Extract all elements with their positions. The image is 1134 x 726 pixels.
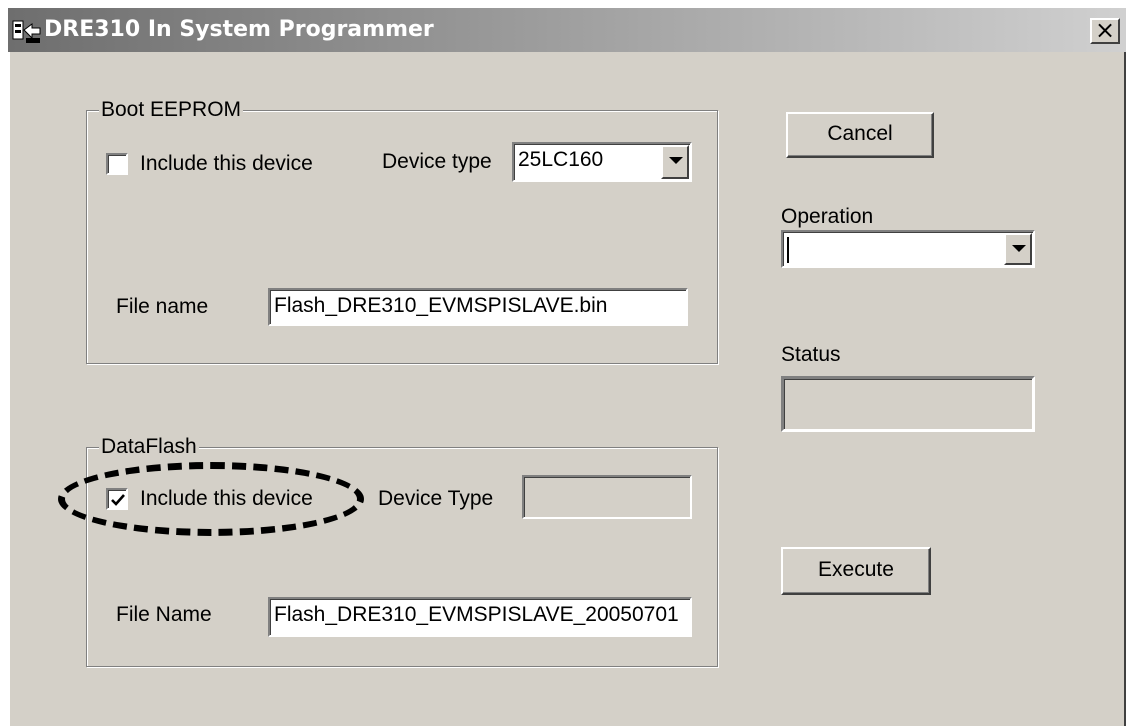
dataflash-device-type-label: Device Type [378, 487, 494, 510]
boot-eeprom-device-type-select[interactable]: 25LC160 [512, 142, 692, 182]
dataflash-include-label: Include this device [140, 487, 313, 510]
boot-eeprom-file-name-label: File name [116, 295, 209, 318]
cancel-button[interactable]: Cancel [786, 112, 934, 158]
operation-label: Operation [781, 205, 874, 228]
close-icon: × [1094, 16, 1116, 44]
boot-eeprom-device-type-label: Device type [382, 150, 492, 173]
boot-eeprom-include-label: Include this device [140, 152, 313, 175]
close-button[interactable]: × [1090, 18, 1120, 44]
dataflash-device-type-field [522, 475, 692, 519]
chevron-down-icon [669, 157, 683, 164]
status-field [781, 376, 1035, 432]
app-icon [12, 18, 42, 44]
operation-dropdown-button[interactable] [1004, 233, 1032, 265]
boot-eeprom-file-name-input[interactable]: Flash_DRE310_EVMSPISLAVE.bin [268, 288, 688, 326]
title-bar[interactable]: DRE310 In System Programmer [8, 8, 1126, 52]
text-caret [787, 237, 789, 263]
dataflash-include-checkbox[interactable] [106, 488, 128, 510]
dataflash-file-name-label: File Name [116, 603, 212, 626]
window-title: DRE310 In System Programmer [44, 17, 434, 42]
execute-button-label: Execute [818, 558, 894, 581]
checkmark-icon [111, 494, 125, 506]
boot-eeprom-device-type-value: 25LC160 [518, 148, 604, 171]
dataflash-file-name-input[interactable]: Flash_DRE310_EVMSPISLAVE_20050701 [268, 597, 692, 637]
dataflash-file-name-value: Flash_DRE310_EVMSPISLAVE_20050701 [274, 603, 679, 626]
execute-button[interactable]: Execute [781, 547, 931, 595]
cancel-button-label: Cancel [827, 122, 893, 145]
boot-eeprom-file-name-value: Flash_DRE310_EVMSPISLAVE.bin [274, 294, 608, 317]
operation-select[interactable] [781, 230, 1035, 268]
status-label: Status [781, 343, 841, 366]
dataflash-group-label: DataFlash [99, 435, 199, 459]
chevron-down-icon [1012, 245, 1026, 252]
boot-eeprom-include-checkbox[interactable] [106, 153, 128, 175]
boot-eeprom-device-type-dropdown-button[interactable] [661, 145, 689, 179]
boot-eeprom-group-label: Boot EEPROM [99, 98, 244, 122]
